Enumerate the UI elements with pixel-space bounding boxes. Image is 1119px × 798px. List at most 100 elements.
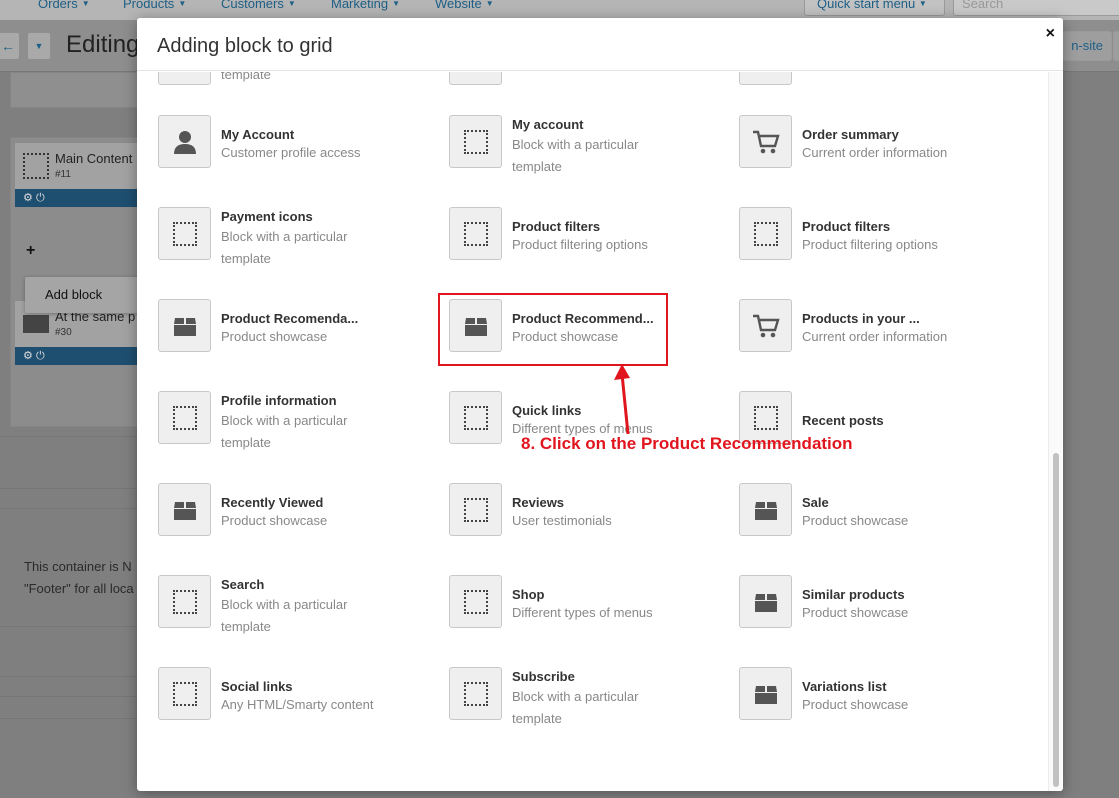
nav-orders[interactable]: Orders ▼ <box>38 0 90 11</box>
divider <box>0 488 137 489</box>
tile-description: Customer profile access <box>221 145 361 160</box>
tile-name: Recent posts <box>802 413 884 428</box>
gear-icon[interactable]: ⚙ <box>23 192 33 204</box>
tile-description: Product filtering options <box>512 237 648 252</box>
tile-name: Reviews <box>512 495 565 510</box>
scrollbar-thumb[interactable] <box>1053 453 1059 787</box>
tile-name: Sale <box>802 495 829 510</box>
divider <box>0 718 137 719</box>
dotted-block-icon[interactable] <box>449 575 502 628</box>
tile-description: Product showcase <box>802 605 909 620</box>
block-icon[interactable] <box>739 72 792 85</box>
view-on-site-button[interactable]: n-site <box>1062 31 1112 61</box>
block-id: #11 <box>55 169 71 180</box>
gear-icon[interactable]: ⚙ <box>23 350 33 362</box>
dotted-block-icon[interactable] <box>158 667 211 720</box>
block-tile[interactable]: Similar products Product showcase <box>739 575 999 655</box>
extra-toolbar-button[interactable] <box>1113 31 1119 61</box>
block-tile[interactable]: Quick links Different types of menus <box>449 391 709 471</box>
dotted-block-icon[interactable] <box>739 207 792 260</box>
block-icon[interactable] <box>449 72 502 85</box>
nav-marketing[interactable]: Marketing ▼ <box>331 0 400 11</box>
power-icon[interactable]: ⏻ <box>36 350 45 362</box>
tile-description: Product showcase <box>802 697 909 712</box>
block-tile[interactable]: Recent posts <box>739 391 999 471</box>
tile-description: template <box>221 72 271 82</box>
block-tile[interactable]: Order summary Current order information <box>739 115 999 195</box>
block-tile[interactable]: Social links Any HTML/Smarty content <box>158 667 418 747</box>
block-tile[interactable]: Variations list Product showcase <box>739 667 999 747</box>
grid-block[interactable]: Main Content #11 ⚙ ⏻ <box>14 142 139 208</box>
block-tile[interactable]: Payment icons Block with a particular tem… <box>158 207 418 287</box>
cart-icon[interactable] <box>739 115 792 168</box>
block-tile[interactable]: Profile information Block with a particul… <box>158 391 418 471</box>
block-tile[interactable]: My account Block with a particular templa… <box>449 115 709 195</box>
nav-website[interactable]: Website ▼ <box>435 0 494 11</box>
tile-name: Product Recomenda... <box>221 311 359 326</box>
block-tile[interactable]: Product filters Product filtering options <box>449 207 709 287</box>
chevron-down-icon[interactable]: ▼ <box>27 32 51 60</box>
add-icon[interactable]: + <box>26 242 35 260</box>
divider <box>0 508 137 509</box>
nav-customers[interactable]: Customers ▼ <box>221 0 296 11</box>
box-icon[interactable] <box>739 483 792 536</box>
tile-name: Similar products <box>802 587 905 602</box>
modal-header: Adding block to grid × <box>137 18 1063 71</box>
nav-products[interactable]: Products ▼ <box>123 0 186 11</box>
block-tile[interactable]: Reviews User testimonials <box>449 483 709 563</box>
divider <box>0 626 137 627</box>
power-icon[interactable]: ⏻ <box>36 192 45 204</box>
tile-description: User testimonials <box>512 513 612 528</box>
tile-name: Quick links <box>512 403 582 418</box>
block-title: Main Content <box>55 151 133 166</box>
dotted-block-icon[interactable] <box>449 391 502 444</box>
tile-description: Product showcase <box>221 329 328 344</box>
divider <box>0 436 137 437</box>
box-icon <box>23 315 49 333</box>
divider <box>0 696 137 697</box>
close-icon[interactable]: × <box>1046 25 1055 43</box>
page-title: Editing <box>66 31 140 58</box>
tile-name: Payment icons <box>221 209 313 224</box>
add-block-menu-item[interactable]: Add block <box>25 277 140 313</box>
dotted-block-icon[interactable] <box>158 575 211 628</box>
block-list[interactable]: template My Account Customer profile acce… <box>137 72 1063 791</box>
annotation-text: 8. Click on the Product Recommendation <box>521 434 853 453</box>
scrollbar[interactable] <box>1048 72 1062 791</box>
cart-icon[interactable] <box>739 299 792 352</box>
block-tile[interactable]: Products in your ... Current order inform… <box>739 299 999 379</box>
annotation-arrow <box>614 364 630 435</box>
block-tile[interactable]: Product Recomenda... Product showcase <box>158 299 418 379</box>
block-tile[interactable]: Sale Product showcase <box>739 483 999 563</box>
back-arrow-icon[interactable]: ← <box>0 32 20 60</box>
divider <box>0 676 137 677</box>
block-toolbar: ⚙ ⏻ <box>15 347 138 365</box>
dotted-block-icon[interactable] <box>449 115 502 168</box>
dotted-block-icon[interactable] <box>449 483 502 536</box>
box-icon[interactable] <box>739 667 792 720</box>
block-tile[interactable]: Shop Different types of menus <box>449 575 709 655</box>
block-tile[interactable]: Product filters Product filtering options <box>739 207 999 287</box>
block-icon[interactable] <box>158 72 211 85</box>
dotted-block-icon[interactable] <box>449 207 502 260</box>
block-tile[interactable]: Search Block with a particular template <box>158 575 418 655</box>
box-icon[interactable] <box>158 483 211 536</box>
block-tile[interactable]: Recently Viewed Product showcase <box>158 483 418 563</box>
tile-name: Subscribe <box>512 669 575 684</box>
user-icon[interactable] <box>158 115 211 168</box>
dotted-block-icon[interactable] <box>158 391 211 444</box>
search-input[interactable]: Search <box>953 0 1119 16</box>
block-tile[interactable]: Subscribe Block with a particular templat… <box>449 667 709 747</box>
tile-description: Block with a particular template <box>221 229 348 266</box>
tile-name: Products in your ... <box>802 311 920 326</box>
quick-start-menu-button[interactable]: Quick start menu ▼ <box>804 0 945 16</box>
block-tile[interactable]: My Account Customer profile access <box>158 115 418 195</box>
tile-name: Profile information <box>221 393 337 408</box>
box-icon[interactable] <box>158 299 211 352</box>
tile-description: Block with a particular template <box>221 413 348 450</box>
dotted-block-icon[interactable] <box>449 667 502 720</box>
tile-description: Block with a particular template <box>512 137 639 174</box>
tile-description: Current order information <box>802 329 948 344</box>
box-icon[interactable] <box>739 575 792 628</box>
dotted-block-icon[interactable] <box>158 207 211 260</box>
